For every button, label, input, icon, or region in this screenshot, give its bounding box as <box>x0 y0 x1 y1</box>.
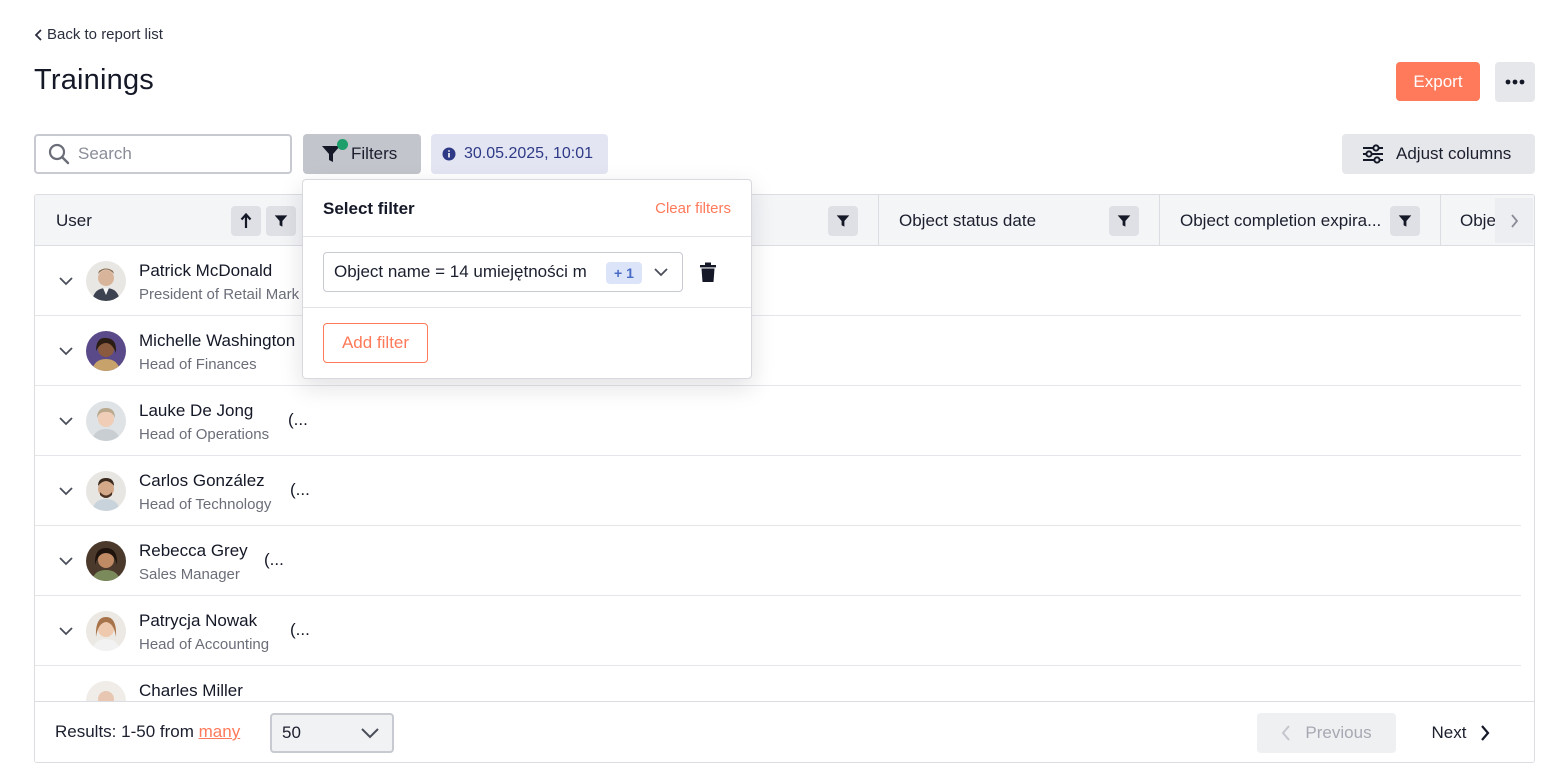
avatar <box>86 471 126 511</box>
user-name: Patrycja Nowak <box>139 611 258 630</box>
table-row[interactable]: Michelle Washington Head of Finances <box>35 316 1521 386</box>
filter-popover-divider <box>303 307 751 308</box>
avatar <box>86 401 126 441</box>
chevron-down-icon[interactable] <box>57 344 75 358</box>
trainings-table: User Object status date Object completio… <box>34 194 1535 763</box>
previous-page-button[interactable]: Previous <box>1257 713 1396 753</box>
table-row[interactable]: Rebecca Grey Sales Manager (... <box>35 526 1521 596</box>
column-separator <box>878 195 879 246</box>
filters-label: Filters <box>351 144 398 163</box>
table-footer: Results: 1-50 from many 50 Previous Next <box>35 701 1534 762</box>
user-name: Charles Miller <box>139 681 243 700</box>
table-row[interactable]: Patrick McDonald President of Retail Mar… <box>35 246 1521 316</box>
truncated-cell: (... <box>288 410 308 429</box>
chevron-down-icon[interactable] <box>57 554 75 568</box>
user-name: Carlos González <box>139 471 265 490</box>
column-header-object-truncated[interactable]: Obje <box>1460 195 1496 246</box>
sort-ascending-button[interactable] <box>231 206 261 236</box>
column-header-user[interactable]: User <box>56 195 92 246</box>
results-many-link[interactable]: many <box>199 722 241 741</box>
search-icon <box>48 143 70 165</box>
filter-column-button[interactable] <box>828 206 858 236</box>
report-date-chip: 30.05.2025, 10:01 <box>431 134 608 174</box>
filter-user-column-button[interactable] <box>266 206 296 236</box>
chevron-down-icon[interactable] <box>57 274 75 288</box>
filter-popover-header: Select filter Clear filters <box>303 180 751 237</box>
trash-icon[interactable] <box>699 262 717 283</box>
column-separator <box>1159 195 1160 246</box>
back-to-report-list-link[interactable]: Back to report list <box>34 26 163 43</box>
active-filter-indicator <box>337 139 348 150</box>
sliders-icon <box>1363 144 1383 164</box>
avatar <box>86 611 126 651</box>
next-page-button[interactable]: Next <box>1411 713 1511 753</box>
user-name: Rebecca Grey <box>139 541 248 560</box>
user-name: Patrick McDonald <box>139 261 273 280</box>
scroll-columns-right-button[interactable] <box>1495 198 1533 243</box>
next-label: Next <box>1431 723 1467 742</box>
funnel-icon <box>1398 215 1412 227</box>
back-link-label: Back to report list <box>47 26 163 43</box>
table-row[interactable]: Lauke De Jong Head of Operations (... <box>35 386 1521 456</box>
user-role: Head of Technology <box>139 496 272 513</box>
column-separator <box>1440 195 1441 246</box>
table-row[interactable]: Patrycja Nowak Head of Accounting (... <box>35 596 1521 666</box>
arrow-up-icon <box>240 213 252 228</box>
chevron-down-icon[interactable] <box>57 414 75 428</box>
export-button[interactable]: Export <box>1396 62 1480 101</box>
results-text: Results: 1-50 from <box>55 722 194 741</box>
avatar <box>86 541 126 581</box>
page-title: Trainings <box>34 64 154 96</box>
per-page-value: 50 <box>282 723 301 742</box>
chevron-left-icon <box>1282 725 1291 741</box>
search-field[interactable] <box>34 134 292 174</box>
truncated-cell: (... <box>264 550 284 569</box>
funnel-icon <box>836 215 850 227</box>
more-dots-icon <box>1505 79 1525 85</box>
column-header-object-status-date[interactable]: Object status date <box>899 195 1036 246</box>
chevron-down-icon <box>654 268 668 277</box>
filter-status-date-button[interactable] <box>1109 206 1139 236</box>
truncated-cell: (... <box>290 620 310 639</box>
user-role: Head of Finances <box>139 356 257 373</box>
table-header: User Object status date Object completio… <box>35 195 1534 246</box>
filter-condition-text: Object name = 14 umiejętności m <box>334 262 587 281</box>
chevron-down-icon <box>361 728 379 739</box>
filter-popover: Select filter Clear filters Object name … <box>302 179 752 379</box>
column-header-object-completion-expiration[interactable]: Object completion expira... <box>1180 195 1381 246</box>
info-icon <box>442 147 456 161</box>
chevron-right-icon <box>1510 213 1518 228</box>
chevron-down-icon[interactable] <box>57 624 75 638</box>
previous-label: Previous <box>1305 723 1372 742</box>
filter-condition-select[interactable]: Object name = 14 umiejętności m + 1 <box>323 252 683 292</box>
filters-button[interactable]: Filters <box>303 134 421 174</box>
filter-completion-expiration-button[interactable] <box>1390 206 1420 236</box>
user-role: President of Retail Mark <box>139 286 300 303</box>
user-role: Head of Operations <box>139 426 270 443</box>
add-filter-button[interactable]: Add filter <box>323 323 428 363</box>
chevron-left-icon <box>34 28 42 41</box>
more-options-button[interactable] <box>1495 62 1535 102</box>
user-name: Lauke De Jong <box>139 401 254 420</box>
avatar <box>86 261 126 301</box>
user-name: Michelle Washington <box>139 331 296 350</box>
clear-filters-link[interactable]: Clear filters <box>655 200 731 217</box>
table-row[interactable]: Carlos González Head of Technology (... <box>35 456 1521 526</box>
chevron-right-icon <box>1481 725 1490 741</box>
per-page-select[interactable]: 50 <box>270 713 394 753</box>
adjust-columns-button[interactable]: Adjust columns <box>1342 134 1535 174</box>
report-date-label: 30.05.2025, 10:01 <box>464 145 594 162</box>
search-input[interactable] <box>78 144 268 164</box>
chevron-down-icon[interactable] <box>57 484 75 498</box>
funnel-icon <box>1117 215 1131 227</box>
adjust-columns-label: Adjust columns <box>1396 144 1512 163</box>
avatar <box>86 331 126 371</box>
funnel-icon <box>274 215 288 227</box>
user-role: Sales Manager <box>139 566 240 583</box>
filter-popover-title: Select filter <box>323 199 415 218</box>
results-summary: Results: 1-50 from many <box>55 722 240 742</box>
truncated-cell: (... <box>290 480 310 499</box>
user-role: Head of Accounting <box>139 636 270 653</box>
extra-values-badge: + 1 <box>606 262 642 284</box>
